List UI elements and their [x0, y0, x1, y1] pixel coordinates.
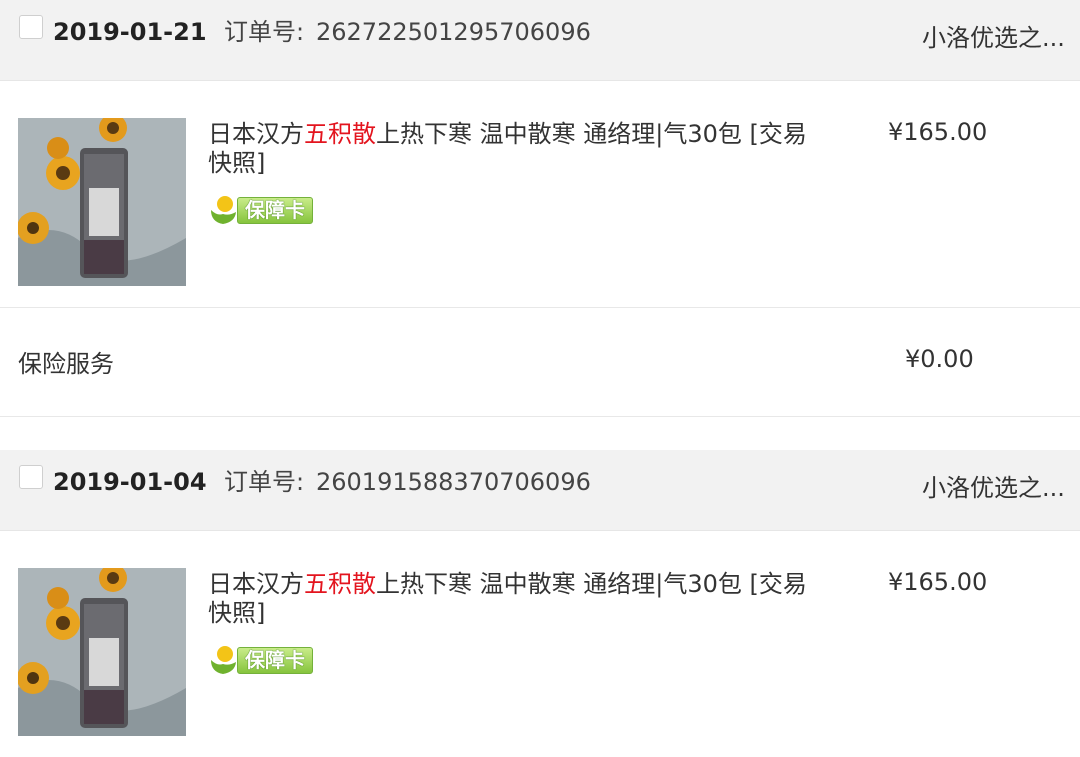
insurance-service-price: ¥0.00: [905, 345, 974, 373]
order-header: 2019-01-21 订单号: 262722501295706096 小洛优选之…: [0, 0, 1080, 81]
order-number: 260191588370706096: [316, 468, 591, 496]
guarantee-card-badge[interactable]: 保障卡: [209, 194, 315, 226]
order-item-row: 日本汉方五积散上热下寒 温中散寒 通络理|气30包 [交易快照] 保障卡 ¥16…: [0, 530, 1080, 757]
order-item-row: 日本汉方五积散上热下寒 温中散寒 通络理|气30包 [交易快照] 保障卡 ¥16…: [0, 80, 1080, 308]
guarantee-card-badge[interactable]: 保障卡: [209, 644, 315, 676]
order-date: 2019-01-04: [53, 468, 207, 496]
shop-name-link[interactable]: 小洛优选之...: [922, 472, 1072, 504]
hand-heart-icon: [211, 196, 236, 224]
product-title-link[interactable]: 日本汉方五积散上热下寒 温中散寒 通络理|气30包 [交易快照]: [208, 120, 818, 178]
product-photo-icon: [18, 568, 186, 736]
product-title-highlight: 五积散: [304, 120, 376, 148]
order-select-checkbox[interactable]: [19, 15, 43, 39]
hand-heart-icon: [211, 646, 236, 674]
order-number-label: 订单号:: [224, 468, 305, 496]
product-title-prefix: 日本汉方: [208, 570, 304, 598]
product-thumbnail[interactable]: [18, 568, 186, 736]
order-number-label: 订单号:: [224, 18, 305, 46]
order-number: 262722501295706096: [316, 18, 591, 46]
item-price: ¥165.00: [888, 118, 988, 146]
shop-name-link[interactable]: 小洛优选之...: [922, 22, 1072, 54]
insurance-service-label: 保险服务: [18, 350, 114, 378]
product-photo-icon: [18, 118, 186, 286]
item-price: ¥165.00: [888, 568, 988, 596]
insurance-service-row: 保险服务 ¥0.00: [0, 308, 1080, 417]
product-title-highlight: 五积散: [304, 570, 376, 598]
order-select-checkbox[interactable]: [19, 465, 43, 489]
guarantee-card-label: 保障卡: [245, 648, 305, 672]
order-header: 2019-01-04 订单号: 260191588370706096 小洛优选之…: [0, 450, 1080, 531]
guarantee-card-label: 保障卡: [245, 198, 305, 222]
product-title-prefix: 日本汉方: [208, 120, 304, 148]
guarantee-card-box: 保障卡: [237, 197, 313, 224]
order-date: 2019-01-21: [53, 18, 207, 46]
product-title-link[interactable]: 日本汉方五积散上热下寒 温中散寒 通络理|气30包 [交易快照]: [208, 570, 818, 628]
guarantee-card-box: 保障卡: [237, 647, 313, 674]
product-thumbnail[interactable]: [18, 118, 186, 286]
